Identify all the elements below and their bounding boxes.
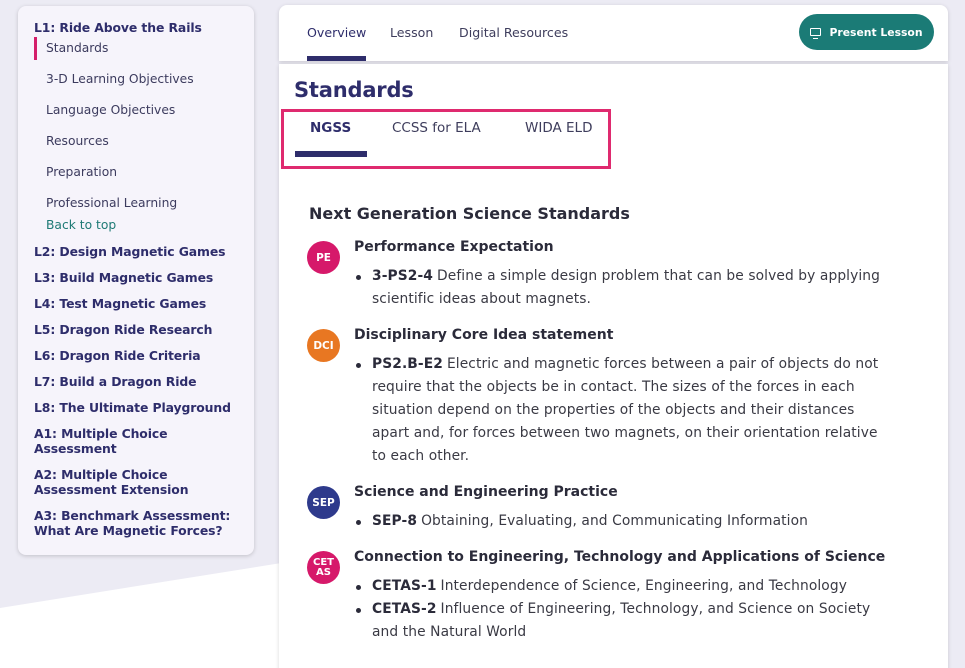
section-title: Next Generation Science Standards — [309, 204, 630, 223]
cetas-badge: CET AS — [307, 551, 340, 584]
back-to-top-link[interactable]: Back to top — [34, 218, 240, 244]
list-item: CETAS-1 Interdependence of Science, Engin… — [354, 575, 894, 598]
sidebar-item-3d-objectives[interactable]: 3-D Learning Objectives — [34, 68, 240, 99]
page-title: Standards — [294, 78, 414, 102]
sidebar-lesson-l8[interactable]: L8: The Ultimate Playground — [34, 400, 240, 415]
sidebar-lesson-a2[interactable]: A2: Multiple Choice Assessment Extension — [34, 467, 240, 497]
sidebar-item-language-objectives[interactable]: Language Objectives — [34, 99, 240, 130]
group-title: Disciplinary Core Idea statement — [354, 327, 614, 343]
sidebar-item-standards[interactable]: Standards — [34, 37, 240, 60]
standard-list: 3-PS2-4 Define a simple design problem th… — [354, 265, 894, 311]
present-lesson-label: Present Lesson — [829, 25, 923, 39]
standards-panel: Standards NGSS CCSS for ELA WIDA ELD Nex… — [279, 64, 948, 668]
sidebar-lesson-l4[interactable]: L4: Test Magnetic Games — [34, 296, 240, 311]
sidebar-item-preparation[interactable]: Preparation — [34, 161, 240, 192]
standard-list: CETAS-1 Interdependence of Science, Engin… — [354, 575, 894, 644]
standard-text: Influence of Engineering, Technology, an… — [372, 601, 871, 640]
list-item: PS2.B-E2 Electric and magnetic forces bet… — [354, 353, 894, 468]
lesson-tab-bar: Overview Lesson Digital Resources Presen… — [279, 5, 948, 61]
standard-list: SEP-8 Obtaining, Evaluating, and Communic… — [354, 510, 894, 533]
sidebar-lesson-l3[interactable]: L3: Build Magnetic Games — [34, 270, 240, 285]
group-title: Performance Expectation — [354, 239, 554, 255]
tab-overview[interactable]: Overview — [307, 5, 367, 61]
standard-text: Electric and magnetic forces between a p… — [372, 356, 879, 464]
list-item: SEP-8 Obtaining, Evaluating, and Communic… — [354, 510, 894, 533]
standard-text: Obtaining, Evaluating, and Communicating… — [421, 513, 808, 529]
dci-badge: DCI — [307, 329, 340, 362]
sidebar-lesson-l6[interactable]: L6: Dragon Ride Criteria — [34, 348, 240, 363]
standard-code: SEP-8 — [372, 513, 418, 529]
standard-list: PS2.B-E2 Electric and magnetic forces bet… — [354, 353, 894, 468]
standard-code: CETAS-2 — [372, 601, 437, 617]
sidebar-sub-list: Standards 3-D Learning Objectives Langua… — [34, 37, 240, 244]
tab-lesson[interactable]: Lesson — [390, 5, 433, 61]
list-item: 3-PS2-4 Define a simple design problem th… — [354, 265, 894, 311]
tab-ngss[interactable]: NGSS — [295, 112, 368, 157]
tab-ccss-ela[interactable]: CCSS for ELA — [392, 112, 481, 156]
group-title: Connection to Engineering, Technology an… — [354, 549, 886, 565]
tab-digital-resources[interactable]: Digital Resources — [459, 5, 568, 61]
sidebar-item-professional-learning[interactable]: Professional Learning — [34, 192, 240, 218]
pe-badge: PE — [307, 241, 340, 274]
standard-code: PS2.B-E2 — [372, 356, 443, 372]
standards-tab-group: NGSS CCSS for ELA WIDA ELD — [281, 109, 611, 169]
standard-text: Define a simple design problem that can … — [372, 268, 881, 307]
sidebar-lesson-a3[interactable]: A3: Benchmark Assessment: What Are Magne… — [34, 508, 240, 538]
sidebar-lesson-l7[interactable]: L7: Build a Dragon Ride — [34, 374, 240, 389]
presentation-screen-icon — [810, 28, 822, 39]
background-shape — [0, 560, 300, 668]
sidebar-lesson-a1[interactable]: A1: Multiple Choice Assessment — [34, 426, 240, 456]
sidebar-lesson-l2[interactable]: L2: Design Magnetic Games — [34, 244, 240, 259]
list-item: CETAS-2 Influence of Engineering, Technol… — [354, 598, 894, 644]
sidebar-current-lesson[interactable]: L1: Ride Above the Rails — [34, 20, 240, 35]
present-lesson-button[interactable]: Present Lesson — [799, 14, 934, 50]
standard-code: CETAS-1 — [372, 578, 437, 594]
lesson-sidebar: L1: Ride Above the Rails Standards 3-D L… — [18, 6, 254, 555]
sep-badge: SEP — [307, 486, 340, 519]
standard-text: Interdependence of Science, Engineering,… — [440, 578, 847, 594]
group-title: Science and Engineering Practice — [354, 484, 618, 500]
tab-wida-eld[interactable]: WIDA ELD — [525, 112, 592, 156]
standard-code: 3-PS2-4 — [372, 268, 434, 284]
sidebar-item-resources[interactable]: Resources — [34, 130, 240, 161]
sidebar-lesson-l5[interactable]: L5: Dragon Ride Research — [34, 322, 240, 337]
